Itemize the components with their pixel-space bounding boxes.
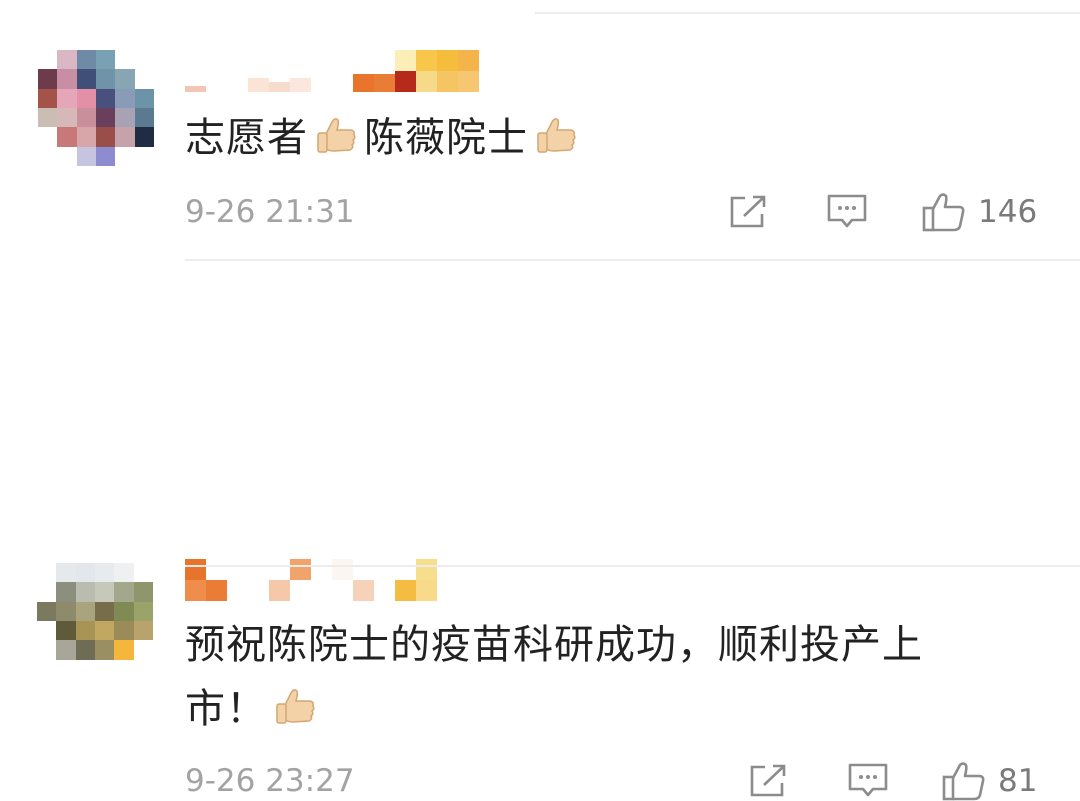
like-button[interactable]: 146 <box>922 192 1037 232</box>
thumbs-up-emoji <box>537 118 576 153</box>
comment-text: 志愿者 陈薇院士 <box>185 106 1005 170</box>
avatar[interactable] <box>38 50 154 166</box>
comment-text-part: 陈薇院士 <box>364 115 528 161</box>
timestamp: 9-26 21:31 <box>185 194 355 230</box>
comment-meta: 9-26 23:27 81 <box>185 761 1042 801</box>
like-icon <box>922 193 965 232</box>
thumbs-up-emoji <box>276 689 315 724</box>
thumbs-up-emoji <box>317 118 356 153</box>
share-button[interactable] <box>728 192 768 232</box>
comment-text-part: 市！ <box>185 686 267 732</box>
comment-meta: 9-26 21:31 146 <box>185 192 1042 232</box>
bottom-divider <box>185 565 1080 567</box>
avatar[interactable] <box>37 563 153 679</box>
comment-icon <box>827 194 867 228</box>
like-count: 81 <box>998 763 1038 799</box>
share-icon <box>750 764 786 797</box>
comment-text-part: 志愿者 <box>185 115 308 161</box>
like-icon <box>942 762 985 801</box>
comment-item: 预祝陈院士的疫苗科研成功，顺利投产上 市！ 9-26 23:27 81 <box>0 261 1080 801</box>
username[interactable] <box>185 50 479 92</box>
timestamp: 9-26 23:27 <box>185 763 355 799</box>
comment-item: 志愿者 陈薇院士 9-26 21:31 146 <box>0 0 1080 259</box>
like-count: 146 <box>978 194 1038 230</box>
reply-button[interactable] <box>847 761 889 801</box>
comment-icon <box>848 763 888 797</box>
comment-text-line-2: 市！ <box>185 677 1005 741</box>
comment-text-line: 预祝陈院士的疫苗科研成功，顺利投产上 <box>185 622 923 668</box>
like-button[interactable]: 81 <box>942 761 1037 801</box>
share-icon <box>730 195 766 228</box>
share-button[interactable] <box>748 761 788 801</box>
comment-text: 预祝陈院士的疫苗科研成功，顺利投产上 市！ <box>185 613 1005 741</box>
reply-button[interactable] <box>826 192 868 232</box>
